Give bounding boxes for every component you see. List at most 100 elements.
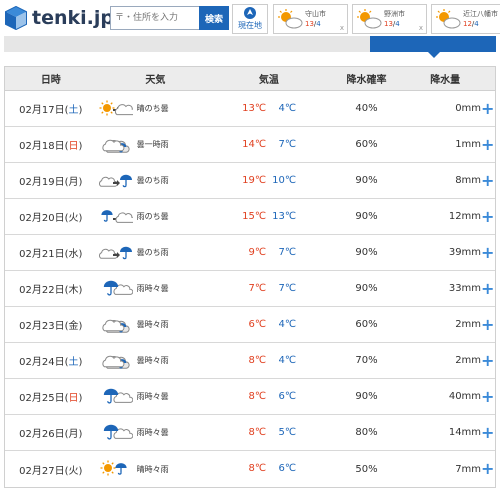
precip-prob: 80% (355, 427, 378, 438)
precip-prob: 60% (355, 319, 378, 330)
close-icon[interactable]: x (419, 24, 423, 32)
expand-plus-icon[interactable]: + (481, 136, 495, 153)
header-weather: 天気 (145, 75, 166, 86)
weekday: 月 (68, 177, 79, 188)
precip-amount: 40mm (448, 391, 482, 402)
date-cell: 02月21日(水) (19, 249, 83, 260)
weekday: 金 (68, 321, 79, 332)
weekday: 日 (68, 141, 79, 152)
weekday: 土 (68, 105, 79, 116)
date-cell: 02月18日(日) (19, 141, 83, 152)
temp-cell: 8℃ 6℃ (214, 379, 324, 414)
temp-high: 19℃ (242, 175, 267, 186)
temp-cell: 15℃ 13℃ (214, 199, 324, 234)
table-row: 02月18日(日) 曇一時雨 14℃ 7℃ 60% 1mm + (5, 127, 495, 163)
tab-active[interactable] (370, 36, 496, 52)
weather-cell: 雨のち曇 (97, 205, 215, 229)
temp-cell: 13℃ 4℃ (214, 91, 324, 126)
weather-text: 雨のち曇 (136, 212, 169, 221)
weather-cell: 晴時々雨 (97, 457, 215, 481)
temp-high: 8℃ (248, 427, 267, 438)
temp-high: 6℃ (248, 319, 267, 330)
search-input[interactable] (111, 7, 199, 29)
table-row: 02月23日(金) 曇時々雨 6℃ 4℃ 60% 2mm + (5, 307, 495, 343)
precip-prob: 90% (355, 391, 378, 402)
weather-text: 曇のち雨 (136, 248, 169, 257)
city-temp: 12/4 (463, 20, 479, 28)
expand-plus-icon[interactable]: + (481, 172, 495, 189)
tab-bar (4, 36, 496, 52)
expand-plus-icon[interactable]: + (481, 352, 495, 369)
table-row: 02月20日(火) 雨のち曇 15℃ 13℃ 90% 12mm + (5, 199, 495, 235)
weather-cell: 曇のち雨 (97, 241, 215, 265)
recent-city-1[interactable]: 守山市 13/4 x (273, 4, 348, 34)
expand-plus-icon[interactable]: + (481, 244, 495, 261)
temp-cell: 8℃ 4℃ (214, 343, 324, 378)
temp-low: 4℃ (278, 355, 297, 366)
date-cell: 02月19日(月) (19, 177, 83, 188)
temp-high: 14℃ (242, 139, 267, 150)
expand-plus-icon[interactable]: + (481, 461, 495, 477)
weather-text: 雨時々曇 (136, 284, 169, 293)
temp-cell: 14℃ 7℃ (214, 127, 324, 162)
weather-text: 雨時々曇 (136, 392, 169, 401)
close-icon[interactable]: x (340, 24, 344, 32)
temp-cell: 6℃ 4℃ (214, 307, 324, 342)
cloud-then-rain-icon (98, 241, 133, 265)
current-location-button[interactable]: 現在地 (232, 4, 268, 34)
weekday: 日 (68, 393, 79, 404)
precip-amount: 12mm (448, 211, 482, 222)
temp-low: 10℃ (272, 175, 297, 186)
expand-plus-icon[interactable]: + (481, 316, 495, 333)
table-row: 02月27日(火) 晴時々雨 8℃ 6℃ 50% 7mm + (5, 451, 495, 487)
precip-amount: 1mm (455, 139, 482, 150)
city-temp: 13/4 (384, 20, 400, 28)
temp-high: 8℃ (248, 355, 267, 366)
expand-plus-icon[interactable]: + (481, 424, 495, 441)
expand-plus-icon[interactable]: + (481, 208, 495, 225)
search-button[interactable]: 検索 (199, 6, 229, 30)
date-cell: 02月26日(月) (19, 429, 83, 440)
temp-cell: 19℃ 10℃ (214, 163, 324, 198)
table-row: 02月24日(土) 曇時々雨 8℃ 4℃ 70% 2mm + (5, 343, 495, 379)
cloud-rain-icon (99, 313, 133, 337)
precip-prob: 70% (355, 355, 378, 366)
table-row: 02月22日(木) 雨時々曇 7℃ 7℃ 90% 33mm + (5, 271, 495, 307)
date-cell: 02月24日(土) (19, 357, 83, 368)
precip-prob: 50% (355, 463, 378, 475)
weather-text: 曇時々雨 (136, 356, 169, 365)
weather-text: 曇一時雨 (136, 140, 169, 149)
tenki-logo-icon (4, 5, 28, 31)
weather-text: 雨時々曇 (136, 428, 169, 437)
temp-low: 5℃ (278, 427, 297, 438)
logo-text: tenki.jp (32, 7, 114, 29)
recent-city-2[interactable]: 野洲市 13/4 x (352, 4, 427, 34)
weekday: 木 (68, 285, 79, 296)
temp-low: 13℃ (272, 211, 297, 222)
precip-prob: 90% (355, 283, 378, 294)
expand-plus-icon[interactable]: + (481, 280, 495, 297)
recent-city-3[interactable]: 近江八幡市 12/4 (431, 4, 500, 34)
logo[interactable]: tenki.jp (4, 5, 114, 31)
precip-prob: 90% (355, 175, 378, 186)
weather-cell: 雨時々曇 (97, 277, 215, 301)
precip-amount: 8mm (455, 175, 482, 186)
rain-cloud-icon (99, 421, 133, 445)
precip-prob: 90% (355, 247, 378, 258)
expand-plus-icon[interactable]: + (481, 100, 495, 117)
temp-high: 13℃ (242, 103, 267, 114)
tab-arrow-indicator (428, 52, 440, 58)
weekday: 水 (68, 249, 79, 260)
weather-text: 晴時々雨 (136, 464, 169, 474)
temp-high: 8℃ (248, 463, 267, 474)
date-cell: 02月20日(火) (19, 213, 83, 224)
header-date: 日時 (40, 75, 61, 86)
temp-cell: 9℃ 7℃ (214, 235, 324, 270)
table-row: 02月25日(日) 雨時々曇 8℃ 6℃ 90% 40mm + (5, 379, 495, 415)
city-name: 近江八幡市 (463, 10, 498, 18)
table-row: 02月21日(水) 曇のち雨 9℃ 7℃ 90% 39mm + (5, 235, 495, 271)
weather-cell: 晴のち曇 (97, 97, 215, 121)
date-cell: 02月27日(火) (19, 465, 83, 477)
cloud-rain-icon (99, 349, 133, 373)
expand-plus-icon[interactable]: + (481, 388, 495, 405)
